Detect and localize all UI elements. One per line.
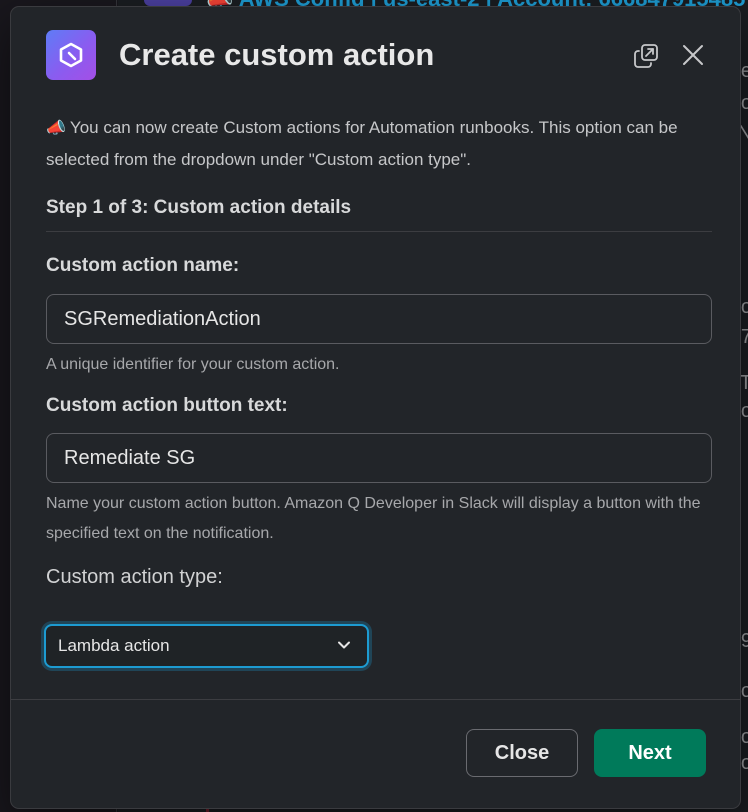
megaphone-icon: 📣 — [46, 120, 66, 137]
background-text-fragment: o — [740, 752, 748, 774]
modal-title: Create custom action — [119, 37, 435, 72]
custom-action-button-text-hint: Name your custom action button. Amazon Q… — [46, 495, 701, 542]
open-in-new-window-icon[interactable] — [633, 43, 659, 69]
announcement-text: 📣 You can now create Custom actions for A… — [46, 112, 712, 175]
custom-action-name-label: Custom action name: — [46, 255, 240, 276]
background-text-fragment: 9 — [740, 630, 748, 652]
close-button[interactable]: Close — [466, 729, 578, 777]
next-button[interactable]: Next — [594, 729, 706, 777]
announcement-message: You can now create Custom actions for Au… — [46, 118, 678, 169]
custom-action-name-input[interactable]: SGRemediationAction — [46, 294, 712, 344]
custom-action-button-text-input[interactable]: Remediate SG — [46, 433, 712, 483]
chevron-down-icon — [338, 641, 350, 649]
message-avatar — [144, 0, 192, 6]
custom-action-button-text-label: Custom action button text: — [46, 395, 288, 416]
background-text-fragment: o — [740, 680, 748, 702]
background-text-fragment: o — [740, 400, 748, 422]
background-text-fragment: 7 — [740, 326, 748, 348]
custom-action-type-select[interactable]: Lambda action — [44, 624, 369, 668]
custom-action-type-label: Custom action type: — [46, 566, 223, 588]
background-text-fragment: o — [740, 296, 748, 318]
close-icon[interactable] — [681, 43, 705, 67]
background-text-fragment: o — [740, 726, 748, 748]
custom-action-name-hint: A unique identifier for your custom acti… — [46, 356, 340, 373]
create-custom-action-modal: Create custom action 📣 You can now create… — [11, 7, 740, 808]
amazon-q-icon — [46, 30, 96, 80]
background-text-fragment: o — [740, 92, 748, 114]
background-text-fragment: T — [739, 372, 748, 394]
modal-body: 📣 You can now create Custom actions for A… — [46, 112, 712, 589]
custom-action-type-value: Lambda action — [58, 636, 170, 655]
step-title: Step 1 of 3: Custom action details — [46, 197, 712, 232]
footer-divider — [11, 699, 740, 700]
